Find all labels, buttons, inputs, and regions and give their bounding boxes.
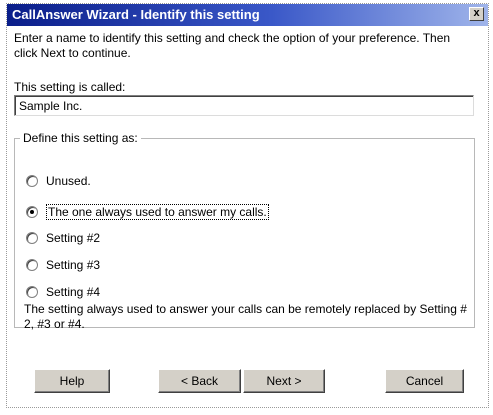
replacement-note: The setting always used to answer your c… bbox=[24, 302, 467, 331]
radio-setting-4[interactable] bbox=[26, 286, 38, 298]
help-button[interactable]: Help bbox=[34, 369, 110, 393]
setting-name-label: This setting is called: bbox=[14, 80, 126, 94]
close-button[interactable]: x bbox=[469, 7, 484, 21]
next-button[interactable]: Next > bbox=[243, 369, 325, 393]
help-button-label: Help bbox=[59, 373, 85, 388]
define-setting-legend: Define this setting as: bbox=[20, 131, 141, 145]
next-button-label: Next > bbox=[266, 373, 302, 388]
radio-always-used[interactable] bbox=[26, 206, 38, 218]
option-setting-2-label[interactable]: Setting #2 bbox=[46, 231, 100, 245]
option-always-used[interactable]: The one always used to answer my calls. bbox=[26, 203, 269, 221]
option-always-used-label[interactable]: The one always used to answer my calls. bbox=[46, 204, 269, 220]
close-icon: x bbox=[473, 7, 480, 19]
back-button[interactable]: < Back bbox=[158, 369, 241, 393]
option-setting-4-label[interactable]: Setting #4 bbox=[46, 285, 100, 299]
option-setting-4[interactable]: Setting #4 bbox=[26, 283, 100, 301]
cancel-button[interactable]: Cancel bbox=[385, 369, 464, 393]
cancel-button-label: Cancel bbox=[405, 373, 444, 388]
radio-setting-3[interactable] bbox=[26, 259, 38, 271]
back-button-label: < Back bbox=[180, 373, 219, 388]
window-title: CallAnswer Wizard - Identify this settin… bbox=[12, 7, 260, 22]
option-unused-label[interactable]: Unused. bbox=[46, 174, 91, 188]
option-unused[interactable]: Unused. bbox=[26, 172, 91, 190]
title-bar[interactable]: CallAnswer Wizard - Identify this settin… bbox=[7, 4, 488, 26]
intro-text: Enter a name to identify this setting an… bbox=[14, 31, 451, 60]
radio-setting-2[interactable] bbox=[26, 232, 38, 244]
radio-unused[interactable] bbox=[26, 175, 38, 187]
option-setting-2[interactable]: Setting #2 bbox=[26, 229, 100, 247]
option-setting-3-label[interactable]: Setting #3 bbox=[46, 258, 100, 272]
setting-name-input[interactable] bbox=[14, 95, 474, 116]
option-setting-3[interactable]: Setting #3 bbox=[26, 256, 100, 274]
